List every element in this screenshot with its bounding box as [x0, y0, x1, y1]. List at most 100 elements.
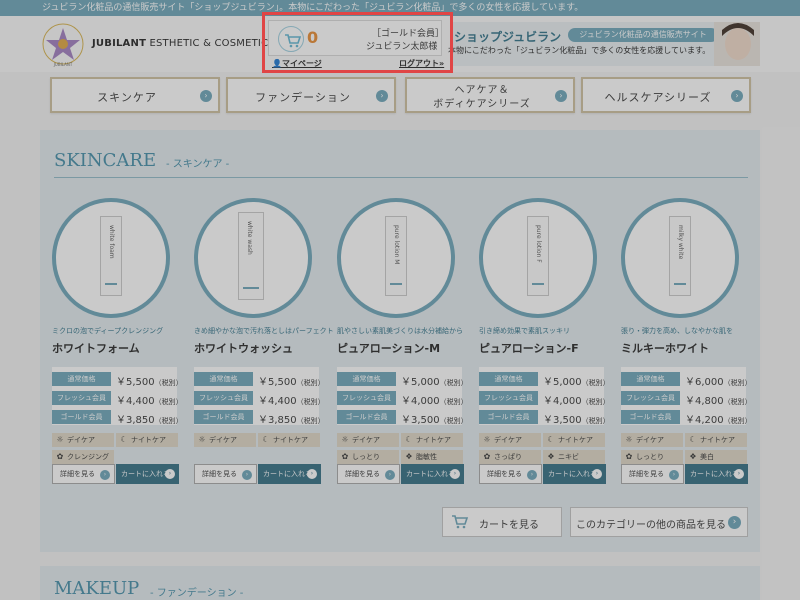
price-value: ￥5,500（税別） [116, 373, 183, 388]
product-image[interactable]: pure lotion F [479, 198, 597, 318]
nav-haircare[interactable]: ヘアケア＆ ボディケアシリーズ › [405, 77, 575, 113]
add-to-cart-button[interactable]: カートに入れる › [685, 464, 748, 484]
chip-label: しっとり [352, 453, 380, 461]
view-cart-button[interactable]: カートを見る [442, 507, 562, 537]
price-label: 通常価格 [52, 372, 111, 386]
feature-chip: ✿ しっとり [621, 450, 683, 464]
detail-button[interactable]: 詳細を見る › [194, 464, 257, 484]
moon-icon: ☾ [689, 435, 697, 444]
price-label: ゴールド会員 [52, 410, 111, 424]
tax-note: （税別） [581, 379, 610, 387]
price-value: ￥4,400（税別） [116, 392, 183, 407]
chevron-right-icon: › [200, 90, 212, 102]
feature-chip: ❖ 美白 [685, 450, 747, 464]
brand-name[interactable]: JUBILANT ESTHETIC & COSMETICS [92, 38, 275, 49]
product-image[interactable]: pure lotion M [337, 198, 455, 318]
banner-badge: ジュビラン化粧品の通信販売サイト [568, 28, 718, 42]
product-image[interactable]: milky white [621, 198, 739, 318]
chip-label: デイケア [209, 436, 237, 444]
product-name[interactable]: ピュアローション-F [479, 340, 579, 356]
price-label: 通常価格 [479, 372, 538, 386]
price-value: ￥5,500（税別） [258, 373, 325, 388]
tax-note: （税別） [154, 379, 183, 387]
feature-chip: ☼ デイケア [52, 433, 114, 447]
product-name[interactable]: ミルキーホワイト [621, 340, 709, 356]
feature-chip: ✿ しっとり [337, 450, 399, 464]
chevron-right-icon: › [555, 90, 567, 102]
tax-note: （税別） [581, 398, 610, 406]
add-to-cart-button[interactable]: カートに入れる › [116, 464, 179, 484]
price-amount: ￥4,000 [401, 396, 440, 407]
feature-chip: ❖ 脂敏性 [401, 450, 463, 464]
add-to-cart-button[interactable]: カートに入れる › [543, 464, 606, 484]
detail-button[interactable]: 詳細を見る › [621, 464, 684, 484]
makeup-title: MAKEUP [54, 578, 140, 599]
nav-skincare[interactable]: スキンケア › [50, 77, 220, 113]
chevron-right-icon: › [376, 90, 388, 102]
detail-button[interactable]: 詳細を見る › [479, 464, 542, 484]
product-bottle: milky white [669, 216, 691, 296]
feature-chip: ☾ ナイトケア [258, 433, 320, 447]
chevron-right-icon: › [731, 90, 743, 102]
product-name[interactable]: ホワイトウォッシュ [194, 340, 293, 356]
tax-note: （税別） [723, 398, 752, 406]
product-bottle: white foam [100, 216, 122, 296]
nav-foundation[interactable]: ファンデーション › [226, 77, 396, 113]
feature-icon: ✿ [483, 452, 491, 461]
chevron-right-icon: › [165, 469, 175, 479]
tax-note: （税別） [296, 417, 325, 425]
detail-button[interactable]: 詳細を見る › [52, 464, 115, 484]
product-name[interactable]: ピュアローション-M [337, 340, 440, 356]
nav-label: スキンケア [97, 91, 157, 104]
detail-button[interactable]: 詳細を見る › [337, 464, 400, 484]
price-label: フレッシュ会員 [479, 391, 538, 405]
nav-healthcare[interactable]: ヘルスケアシリーズ › [581, 77, 751, 113]
section-subtitle: - スキンケア - [166, 159, 230, 170]
price-value: ￥4,400（税別） [258, 392, 325, 407]
price-table: 通常価格 ￥6,000（税別） フレッシュ会員 ￥4,800（税別） ゴールド会員 ￥4,… [621, 367, 752, 426]
feature-chip: ☼ デイケア [621, 433, 683, 447]
price-label: ゴールド会員 [479, 410, 538, 424]
feature-icon: ❖ [689, 452, 697, 461]
cart-label: カートに入れる [121, 470, 170, 478]
chevron-right-icon: › [100, 470, 110, 480]
product-image[interactable]: white wash [194, 198, 312, 318]
logo-emblem[interactable]: JUBILANT [40, 20, 86, 68]
highlight-frame [262, 12, 453, 73]
moon-icon: ☾ [405, 435, 413, 444]
price-value: ￥3,500（税別） [543, 411, 610, 426]
nav-label: ヘルスケアシリーズ [604, 91, 712, 104]
price-label: 通常価格 [337, 372, 396, 386]
chip-label: 脂敏性 [416, 453, 437, 461]
product-name[interactable]: ホワイトフォーム [52, 340, 140, 356]
view-cart-label: カートを見る [479, 520, 539, 531]
moon-icon: ☾ [547, 435, 555, 444]
feature-icon: ✿ [341, 452, 349, 461]
tax-note: （税別） [723, 379, 752, 387]
chip-label: ニキビ [558, 453, 579, 461]
product-image[interactable]: white foam [52, 198, 170, 318]
product-bottle: pure lotion F [527, 216, 549, 296]
sun-icon: ☼ [483, 435, 491, 444]
chip-label: ナイトケア [131, 436, 166, 444]
cart-label: カートに入れる [406, 470, 455, 478]
price-value: ￥4,800（税別） [685, 392, 752, 407]
chip-label: ナイトケア [558, 436, 593, 444]
detail-label: 詳細を見る [202, 470, 237, 478]
bottle-stripe [390, 283, 402, 285]
add-to-cart-button[interactable]: カートに入れる › [258, 464, 321, 484]
chevron-right-icon: › [385, 470, 395, 480]
feature-chip: ☼ デイケア [479, 433, 541, 447]
price-amount: ￥5,500 [116, 377, 155, 388]
product-tagline: きめ細やかな泡で汚れ落としはパーフェクト [194, 327, 334, 335]
price-value: ￥3,850（税別） [258, 411, 325, 426]
more-category-button[interactable]: このカテゴリーの他の商品を見る › [570, 507, 748, 537]
add-to-cart-button[interactable]: カートに入れる › [401, 464, 464, 484]
bottle-stripe [105, 283, 117, 285]
emblem-text: JUBILANT [53, 62, 73, 67]
moon-icon: ☾ [120, 435, 128, 444]
product-bottle: pure lotion M [385, 216, 407, 296]
price-value: ￥4,000（税別） [543, 392, 610, 407]
feature-chip: ☼ デイケア [194, 433, 256, 447]
feature-chip: ☾ ナイトケア [401, 433, 463, 447]
